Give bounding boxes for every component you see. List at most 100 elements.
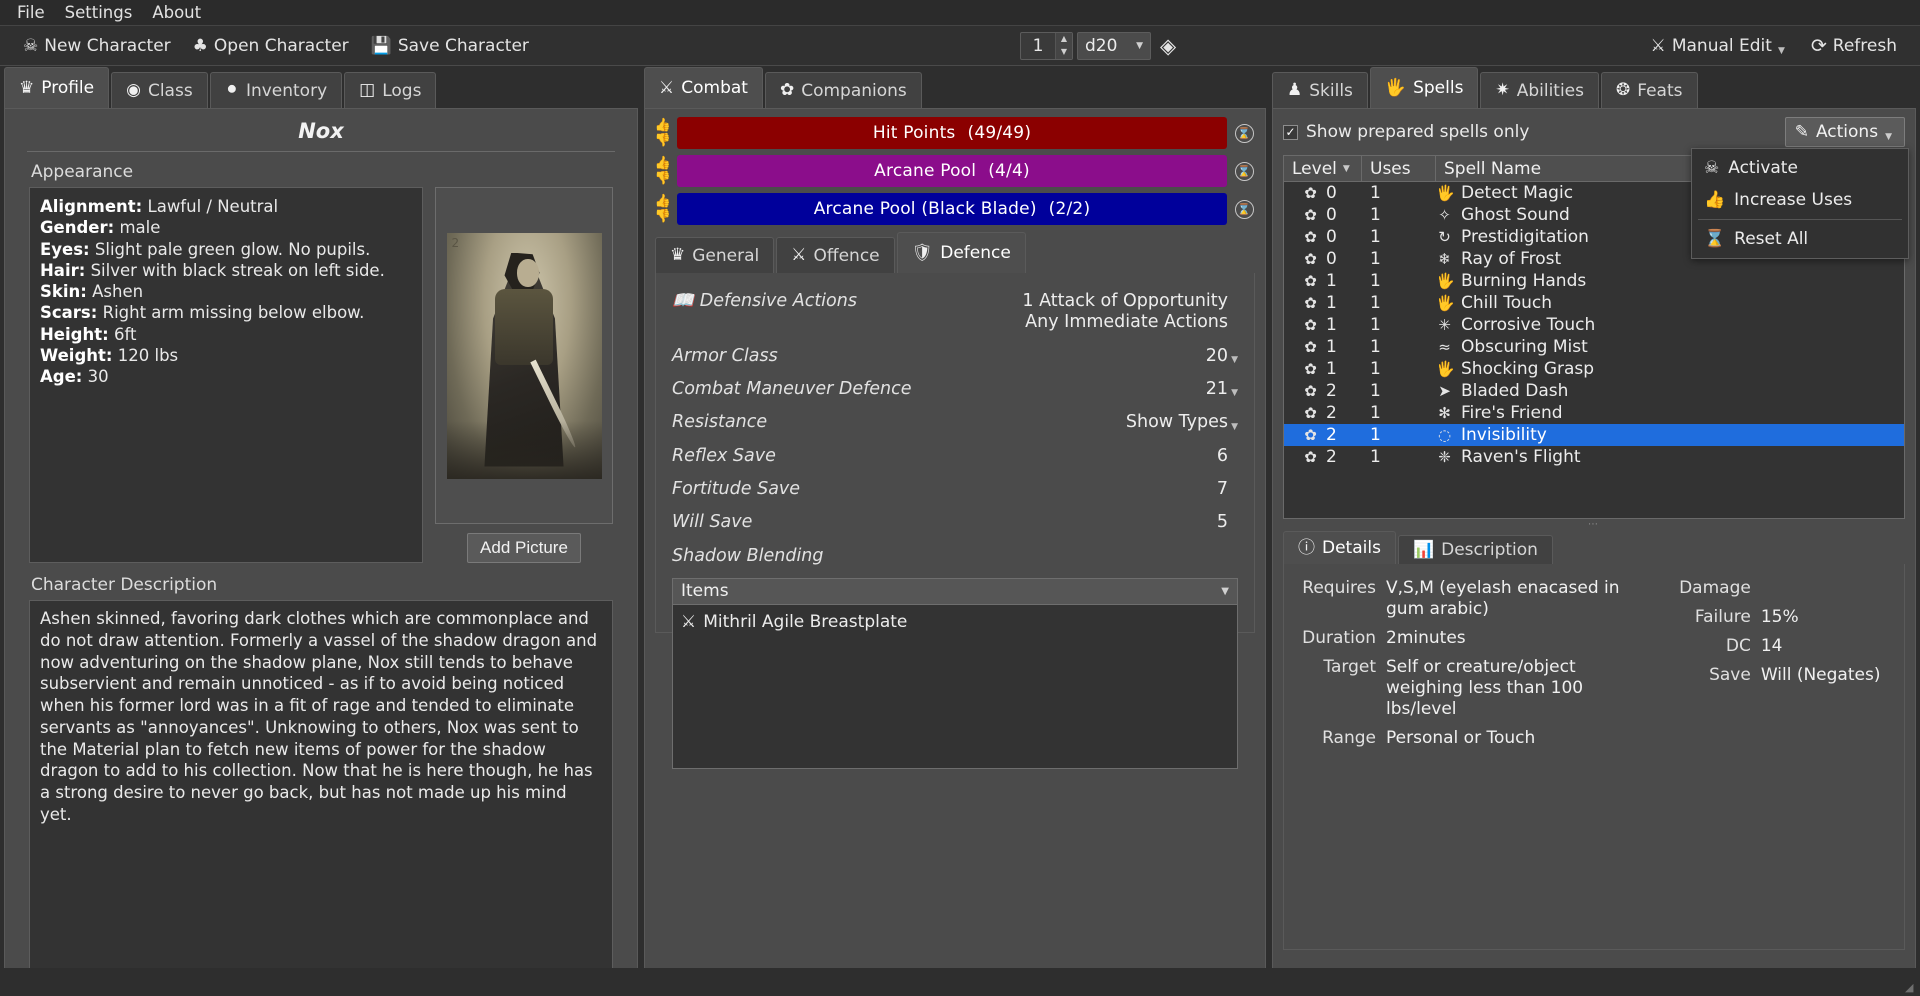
tab-combat[interactable]: ⚔ Combat bbox=[644, 67, 763, 108]
list-item[interactable]: ⚔ Mithril Agile Breastplate bbox=[681, 610, 1229, 634]
checkbox-checked-icon[interactable]: ✓ bbox=[1283, 124, 1298, 140]
menu-item-increase-uses[interactable]: 👍 Increase Uses bbox=[1692, 184, 1908, 216]
defence-row[interactable]: Reflex Save 6 bbox=[672, 440, 1238, 473]
table-row[interactable]: ✿ 2 1 ◌ Invisibility bbox=[1284, 424, 1904, 446]
hourglass-icon[interactable]: ⌛ bbox=[1234, 199, 1254, 219]
hp-reset[interactable]: ⌛ bbox=[1233, 123, 1255, 143]
table-row[interactable]: ✿ 1 1 🖐 Shocking Grasp bbox=[1284, 358, 1904, 380]
menu-item-file[interactable]: File bbox=[8, 0, 54, 25]
defence-row[interactable]: Combat Maneuver Defence 21 ▼ bbox=[672, 373, 1238, 406]
defence-row[interactable]: Will Save 5 bbox=[672, 506, 1238, 539]
dice-type-select[interactable]: d20 ▼ bbox=[1077, 31, 1151, 60]
chevron-down-icon[interactable]: ▼ bbox=[1231, 388, 1238, 399]
combat-subtabstrip: ♛ General ⚔ Offence 🛡 Defence bbox=[655, 231, 1255, 273]
decrease-icon[interactable]: 👎 bbox=[655, 210, 671, 223]
table-row[interactable]: ✿ 1 1 🖐 Chill Touch bbox=[1284, 292, 1904, 314]
tab-abilities[interactable]: ✷ Abilities bbox=[1480, 72, 1599, 108]
spell-level-value: 2 bbox=[1326, 381, 1337, 401]
tab-logs[interactable]: ◫ Logs bbox=[344, 72, 437, 108]
spells-toolbar: ✓ Show prepared spells only ✎ Actions ▼ … bbox=[1283, 117, 1909, 259]
chevron-down-icon[interactable]: ▼ bbox=[1885, 132, 1892, 142]
table-row[interactable]: ✿ 1 1 ✳ Corrosive Touch bbox=[1284, 314, 1904, 336]
title-divider bbox=[27, 151, 615, 152]
splitter-handle[interactable]: ⋯ bbox=[1283, 519, 1905, 530]
decrease-icon[interactable]: 👎 bbox=[655, 134, 671, 147]
refresh-button[interactable]: ⟳ Refresh bbox=[1800, 30, 1908, 62]
tab-spells[interactable]: 🖐 Spells bbox=[1369, 67, 1479, 108]
decrease-icon[interactable]: 👎 bbox=[655, 172, 671, 185]
hit-points-bar[interactable]: Hit Points (49/49) bbox=[677, 117, 1227, 149]
chevron-down-icon[interactable]: ▼ bbox=[1221, 586, 1229, 597]
column-header-level[interactable]: Level ▼ bbox=[1284, 156, 1362, 181]
resize-grip-icon[interactable]: ◢ bbox=[1905, 982, 1917, 994]
table-row[interactable]: ✿ 2 1 ❈ Raven's Flight bbox=[1284, 446, 1904, 468]
table-row[interactable]: ✿ 1 1 ≈ Obscuring Mist bbox=[1284, 336, 1904, 358]
defence-row[interactable]: Armor Class 20 ▼ bbox=[672, 340, 1238, 373]
hourglass-icon[interactable]: ⌛ bbox=[1234, 161, 1254, 181]
defence-row[interactable]: Fortitude Save 7 bbox=[672, 473, 1238, 506]
manual-edit-button[interactable]: ⚔ Manual Edit ▼ bbox=[1640, 31, 1796, 61]
increase-icon[interactable]: 👍 bbox=[655, 157, 671, 170]
blackblade-side-controls[interactable]: 👍 👎 bbox=[655, 195, 671, 223]
dice-count-arrows[interactable]: ▲ ▼ bbox=[1055, 32, 1072, 59]
dice-count-stepper[interactable]: 1 ▲ ▼ bbox=[1020, 31, 1073, 60]
increase-icon[interactable]: 👍 bbox=[655, 119, 671, 132]
arcane-pool-black-blade-bar[interactable]: Arcane Pool (Black Blade) (2/2) bbox=[677, 193, 1227, 225]
abilities-icon: ✷ bbox=[1495, 80, 1510, 100]
table-row[interactable]: ✿ 2 1 ➤ Bladed Dash bbox=[1284, 380, 1904, 402]
tab-details[interactable]: ⓘ Details bbox=[1283, 531, 1396, 564]
table-row[interactable]: ✿ 2 1 ✻ Fire's Friend bbox=[1284, 402, 1904, 424]
tab-class[interactable]: ◉ Class bbox=[111, 72, 208, 108]
character-description-field[interactable]: Ashen skinned, favoring dark clothes whi… bbox=[29, 600, 613, 972]
tab-profile[interactable]: ♛ Profile bbox=[4, 67, 110, 108]
portrait-frame[interactable]: 2 bbox=[435, 187, 613, 524]
menu-item-reset-all[interactable]: ⌛ Reset All bbox=[1692, 223, 1908, 255]
blackblade-reset[interactable]: ⌛ bbox=[1233, 199, 1255, 219]
table-row[interactable]: ✿ 1 1 🖐 Burning Hands bbox=[1284, 270, 1904, 292]
defence-row[interactable]: Shadow Blending bbox=[672, 540, 1238, 572]
details-left-column: Requires V,S,M (eyelash enacased in gum … bbox=[1302, 578, 1645, 935]
menu-item-settings[interactable]: Settings bbox=[56, 0, 142, 25]
chevron-down-icon[interactable]: ▼ bbox=[1231, 355, 1238, 366]
tab-skills[interactable]: ♟ Skills bbox=[1272, 72, 1368, 108]
status-bar: ◢ bbox=[0, 968, 1920, 996]
menu-item-about[interactable]: About bbox=[143, 0, 210, 25]
items-header[interactable]: Items ▼ bbox=[672, 577, 1238, 604]
chevron-down-icon[interactable]: ▼ bbox=[1778, 46, 1785, 56]
open-character-button[interactable]: ♣ Open Character bbox=[182, 31, 360, 61]
tab-inventory[interactable]: ⚫ Inventory bbox=[209, 72, 343, 108]
pool-reset[interactable]: ⌛ bbox=[1233, 161, 1255, 181]
roll-dice-button[interactable]: ◈ bbox=[1155, 31, 1181, 61]
hourglass-icon[interactable]: ⌛ bbox=[1234, 123, 1254, 143]
pool-side-controls[interactable]: 👍 👎 bbox=[655, 157, 671, 185]
defence-row[interactable]: 📖 Defensive Actions 1 Attack of Opportun… bbox=[672, 285, 1238, 340]
detail-requires: Requires V,S,M (eyelash enacased in gum … bbox=[1302, 578, 1620, 620]
new-character-button[interactable]: ☠ New Character bbox=[12, 31, 182, 61]
tab-feats[interactable]: ❂ Feats bbox=[1601, 72, 1698, 108]
save-character-button[interactable]: 💾 Save Character bbox=[360, 31, 540, 61]
tab-defence[interactable]: 🛡 Defence bbox=[896, 232, 1026, 273]
show-prepared-checkbox[interactable]: ✓ Show prepared spells only bbox=[1283, 122, 1529, 142]
brain-icon: ✿ bbox=[1304, 338, 1317, 356]
increase-icon[interactable]: 👍 bbox=[655, 195, 671, 208]
appearance-field[interactable]: Alignment: Lawful / Neutral Gender: male E… bbox=[29, 187, 423, 563]
hp-side-controls[interactable]: 👍 👎 bbox=[655, 119, 671, 147]
defence-row[interactable]: Resistance Show Types ▼ bbox=[672, 406, 1238, 439]
add-picture-button[interactable]: Add Picture bbox=[467, 533, 581, 563]
spell-name-cell: 🖐 Chill Touch bbox=[1436, 293, 1904, 313]
menu-item-activate[interactable]: ☠ Activate bbox=[1692, 152, 1908, 184]
chevron-down-icon[interactable]: ▼ bbox=[1231, 422, 1238, 433]
tab-offence[interactable]: ⚔ Offence bbox=[776, 237, 895, 273]
resistance-value[interactable]: Show Types ▼ bbox=[1126, 412, 1238, 433]
tab-description[interactable]: 📊 Description bbox=[1397, 535, 1553, 564]
column-header-uses[interactable]: Uses bbox=[1362, 156, 1436, 181]
tab-companions[interactable]: ✿ Companions bbox=[764, 72, 922, 108]
items-list[interactable]: ⚔ Mithril Agile Breastplate bbox=[672, 603, 1238, 769]
tab-defence-label: Defence bbox=[940, 243, 1011, 263]
stepper-up-icon[interactable]: ▲ bbox=[1056, 33, 1072, 46]
tab-general[interactable]: ♛ General bbox=[655, 237, 775, 273]
spell-hand-icon: 🖐 bbox=[1384, 77, 1407, 98]
actions-button[interactable]: ✎ Actions ▼ bbox=[1784, 117, 1905, 147]
arcane-pool-bar[interactable]: Arcane Pool (4/4) bbox=[677, 155, 1227, 187]
stepper-down-icon[interactable]: ▼ bbox=[1056, 46, 1072, 59]
